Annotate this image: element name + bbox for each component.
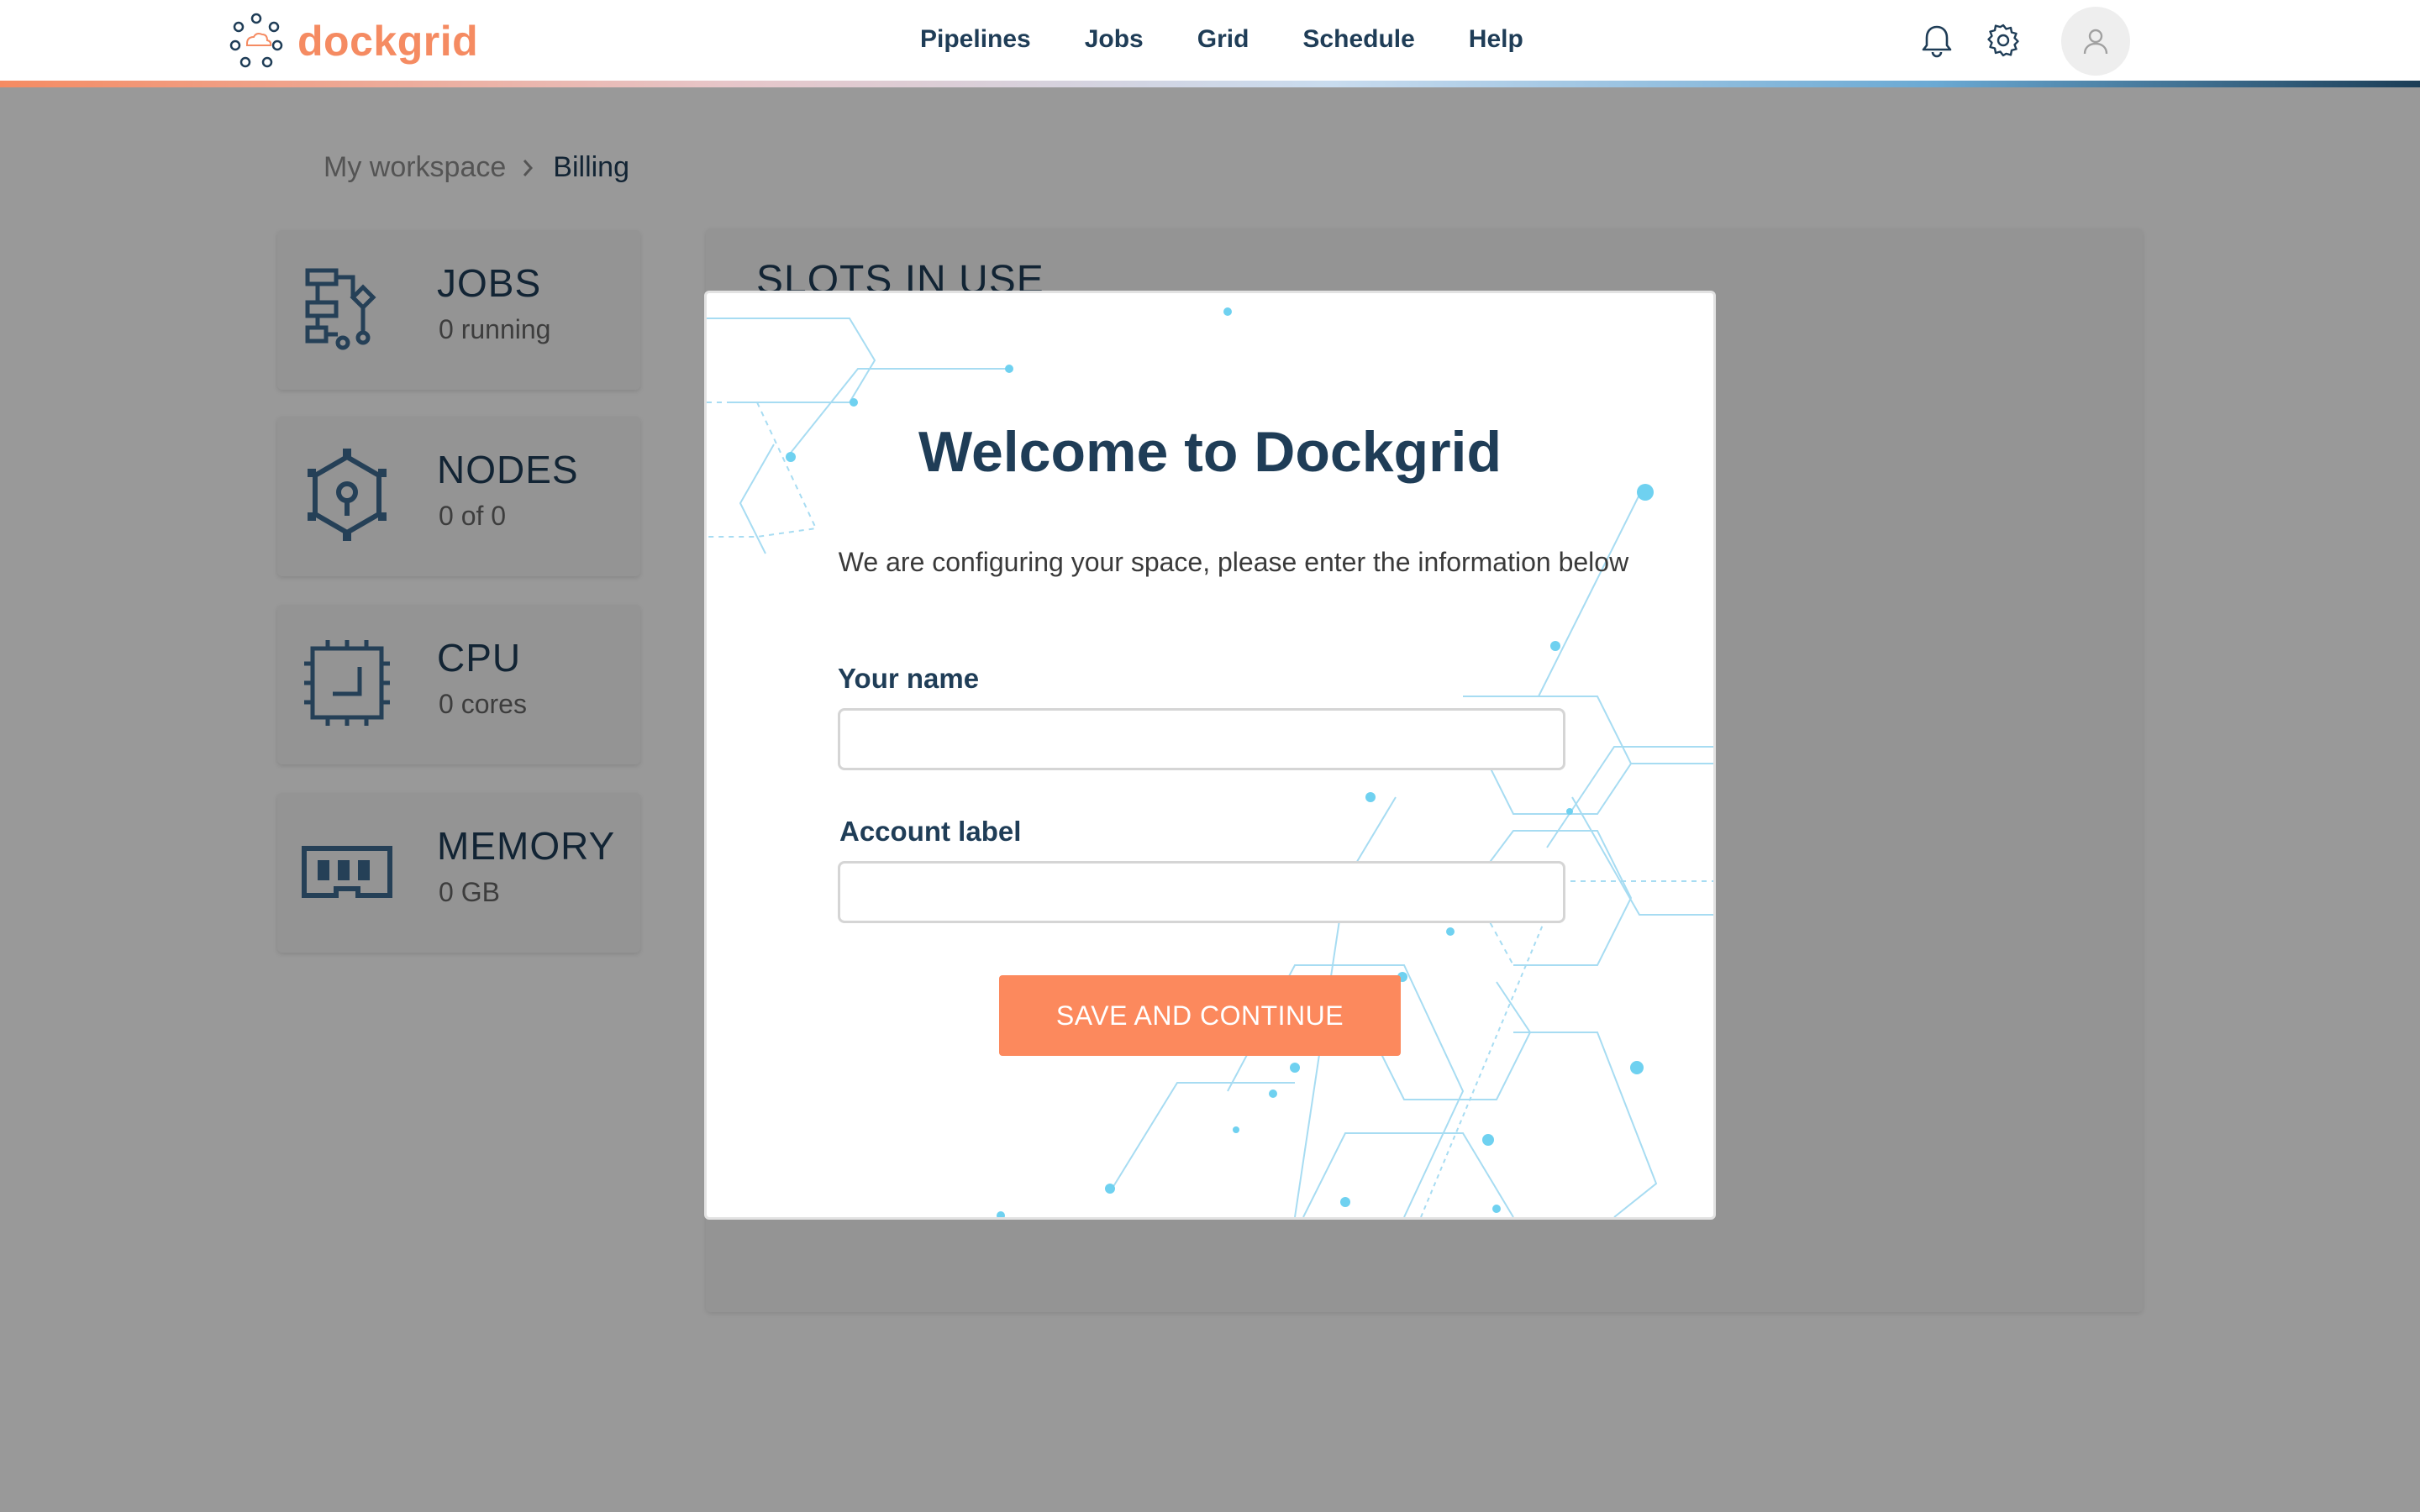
brand[interactable]: dockgrid — [227, 12, 478, 71]
save-and-continue-button[interactable]: SAVE AND CONTINUE — [999, 975, 1401, 1056]
nav-pipelines[interactable]: Pipelines — [920, 25, 1031, 54]
nav-help[interactable]: Help — [1469, 25, 1523, 54]
name-input[interactable] — [838, 708, 1565, 770]
nav-grid[interactable]: Grid — [1197, 25, 1249, 54]
gear-icon[interactable] — [1985, 22, 2022, 59]
header-gradient-divider — [0, 81, 2420, 87]
user-icon — [2083, 29, 2108, 55]
dialog-title: Welcome to Dockgrid — [918, 420, 1502, 484]
welcome-dialog: Welcome to Dockgrid We are configuring y… — [704, 291, 1716, 1220]
dockgrid-logo-icon — [229, 13, 283, 68]
bell-icon[interactable] — [1918, 22, 1955, 59]
brand-name: dockgrid — [297, 18, 479, 65]
nav-schedule[interactable]: Schedule — [1302, 25, 1414, 54]
account-label-field-label: Account label — [839, 816, 1022, 847]
user-avatar[interactable] — [2061, 7, 2130, 76]
top-navigation-bar: dockgrid Pipelines Jobs Grid Schedule He… — [0, 0, 2420, 87]
account-label-input[interactable] — [838, 861, 1565, 923]
name-field-label: Your name — [838, 663, 980, 694]
dialog-subtitle: We are configuring your space, please en… — [838, 547, 1629, 577]
main-nav: Pipelines Jobs Grid Schedule Help — [920, 25, 1577, 54]
nav-jobs[interactable]: Jobs — [1085, 25, 1144, 54]
